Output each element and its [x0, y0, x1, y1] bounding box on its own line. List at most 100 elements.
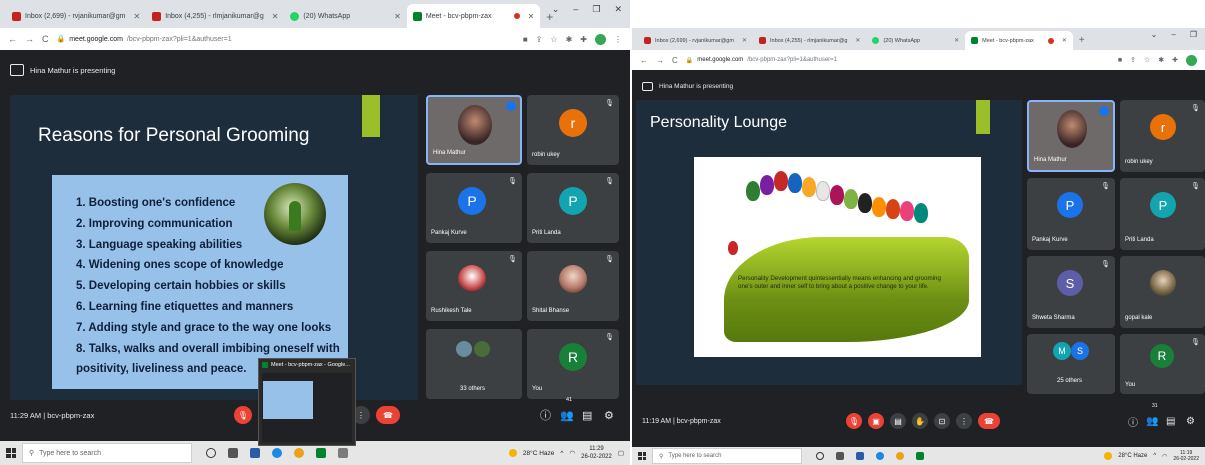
camera-button[interactable]: ▣ — [868, 413, 884, 429]
camera-icon[interactable]: ■ — [1118, 57, 1122, 64]
captions-button[interactable]: ▤ — [890, 413, 906, 429]
activities-icon[interactable]: ⚙ — [1186, 416, 1195, 427]
tab-gmail-2[interactable]: Inbox (4,255) - rlmjanikumar@g ✕ — [146, 4, 284, 28]
taskbar-search[interactable]: ⚲ Type here to search — [652, 448, 802, 464]
forward-icon[interactable]: → — [25, 34, 34, 44]
tile-gopal-kale[interactable]: gopal kale — [1120, 256, 1205, 328]
raise-hand-button[interactable]: ✋ — [912, 413, 928, 429]
meet-taskbar-icon[interactable] — [916, 452, 924, 460]
close-icon[interactable]: ✕ — [272, 12, 279, 21]
tile-robin-ukey[interactable]: 🎙 r robin ukey — [1120, 100, 1205, 172]
cortana-icon[interactable] — [206, 448, 216, 458]
notification-icon[interactable]: ▢ — [618, 449, 624, 457]
tile-shital-bhanse[interactable]: 🎙 Shital Bhanse — [527, 251, 619, 321]
profile-avatar[interactable] — [595, 33, 606, 45]
minimize-icon[interactable]: – — [573, 4, 578, 15]
chrome-icon[interactable] — [896, 452, 904, 460]
puzzle-icon[interactable]: ✚ — [580, 35, 587, 44]
leave-call-button[interactable]: ☎ — [978, 413, 1000, 429]
chevron-up-icon[interactable]: ^ — [1153, 453, 1156, 459]
tile-hina-mathur[interactable]: Hina Mathur — [1027, 100, 1115, 172]
maximize-icon[interactable]: ❐ — [592, 4, 600, 15]
extension-icon[interactable]: ✱ — [1158, 56, 1164, 64]
tab-whatsapp[interactable]: (20) WhatsApp ✕ — [866, 31, 965, 50]
close-icon[interactable]: ✕ — [133, 12, 140, 21]
clock[interactable]: 11:19 26-02-2022 — [1173, 450, 1199, 462]
close-icon[interactable]: ✕ — [742, 37, 747, 44]
close-icon[interactable]: ✕ — [528, 12, 535, 21]
tile-priti-landa[interactable]: 🎙 P Priti Landa — [1120, 178, 1205, 250]
edge-icon[interactable] — [876, 452, 884, 460]
back-icon[interactable]: ← — [640, 56, 648, 65]
tile-others[interactable]: 33 others — [426, 329, 522, 399]
task-view-icon[interactable] — [836, 452, 844, 460]
star-icon[interactable]: ☆ — [1144, 56, 1150, 64]
mic-button[interactable]: 🎙 — [234, 406, 252, 424]
chevron-up-icon[interactable]: ^ — [560, 450, 563, 457]
tile-robin-ukey[interactable]: 🎙 r robin ukey — [527, 95, 619, 165]
close-icon[interactable]: ✕ — [1062, 37, 1067, 44]
tile-others[interactable]: M S 25 others — [1027, 334, 1115, 394]
people-icon[interactable]: 👥 — [560, 409, 574, 422]
info-icon[interactable]: ⓘ — [1128, 414, 1138, 429]
tab-gmail-1[interactable]: Inbox (2,699) - rvjanikumar@gm ✕ — [6, 4, 146, 28]
puzzle-icon[interactable]: ✚ — [1172, 56, 1178, 64]
more-options-button[interactable]: ⋮ — [956, 413, 972, 429]
tile-rushikesh-tale[interactable]: 🎙 Rushikesh Tale — [426, 251, 522, 321]
tab-meet[interactable]: Meet - bcv-pbpm-zax ✕ — [965, 31, 1073, 50]
chevron-down-icon[interactable]: ⌄ — [1151, 30, 1158, 39]
new-tab-button[interactable]: + — [1073, 35, 1091, 50]
task-view-icon[interactable] — [228, 448, 238, 458]
chrome-icon[interactable] — [294, 448, 304, 458]
share-icon[interactable]: ⇪ — [536, 35, 543, 44]
windows-start-icon[interactable] — [638, 452, 646, 460]
info-icon[interactable]: ⓘ — [540, 407, 551, 423]
tab-gmail-2[interactable]: Inbox (4,255) - rlmjanikumar@g ✕ — [753, 31, 866, 50]
camera-icon[interactable]: ■ — [523, 35, 528, 44]
tab-gmail-1[interactable]: Inbox (2,699) - rvjanikumar@gm ✕ — [638, 31, 753, 50]
star-icon[interactable]: ☆ — [550, 35, 557, 44]
tab-meet[interactable]: Meet - bcv-pbpm-zax ✕ — [406, 4, 541, 28]
tile-hina-mathur[interactable]: Hina Mathur — [426, 95, 522, 165]
activities-icon[interactable]: ⚙ — [604, 409, 614, 422]
menu-icon[interactable]: ⋮ — [614, 35, 622, 44]
maximize-icon[interactable]: ❐ — [1190, 30, 1197, 39]
tile-shweta-sharma[interactable]: 🎙 S Shweta Sharma — [1027, 256, 1115, 328]
tile-you[interactable]: 🎙 R You — [1120, 334, 1205, 394]
taskbar-search[interactable]: ⚲ Type here to search — [22, 443, 192, 463]
cortana-icon[interactable] — [816, 452, 824, 460]
store-icon[interactable] — [250, 448, 260, 458]
close-icon[interactable]: ✕ — [954, 37, 959, 44]
address-bar[interactable]: 🔒 meet.google.com/bcv-pbpm-zax?pli=1&aut… — [686, 57, 1110, 64]
meet-taskbar-icon[interactable] — [316, 448, 326, 458]
people-icon[interactable]: 👥 — [1146, 416, 1158, 427]
reload-icon[interactable]: C — [42, 34, 49, 44]
store-icon[interactable] — [856, 452, 864, 460]
present-button[interactable]: ⊡ — [934, 413, 950, 429]
chevron-down-icon[interactable]: ⌄ — [552, 4, 560, 15]
edge-icon[interactable] — [272, 448, 282, 458]
reload-icon[interactable]: C — [672, 56, 678, 65]
wifi-icon[interactable]: ◠ — [569, 449, 575, 457]
close-icon[interactable]: ✕ — [394, 12, 401, 21]
tab-whatsapp[interactable]: (20) WhatsApp ✕ — [284, 4, 406, 28]
share-icon[interactable]: ⇪ — [1130, 56, 1136, 64]
close-icon[interactable]: ✕ — [855, 37, 860, 44]
windows-start-icon[interactable] — [6, 448, 16, 458]
back-icon[interactable]: ← — [8, 34, 17, 44]
leave-call-button[interactable]: ☎ — [376, 406, 400, 424]
tile-you[interactable]: 🎙 R You — [527, 329, 619, 399]
forward-icon[interactable]: → — [656, 56, 664, 65]
chat-icon[interactable]: ▤ — [582, 409, 592, 422]
address-bar[interactable]: 🔒 meet.google.com/bcv-pbpm-zax?pli=1&aut… — [57, 35, 515, 44]
wifi-icon[interactable]: ◠ — [1162, 453, 1167, 460]
tile-pankaj-kurve[interactable]: 🎙 P Pankaj Kurve — [426, 173, 522, 243]
mic-button[interactable]: 🎙 — [846, 413, 862, 429]
extension-icon[interactable]: ✱ — [566, 35, 573, 44]
clock[interactable]: 11:29 26-02-2022 — [581, 445, 612, 461]
taskbar-window-preview[interactable]: Meet - bcv-pbpm-zax - Google... — [258, 358, 356, 446]
minimize-icon[interactable]: – — [1171, 30, 1175, 39]
profile-avatar[interactable] — [1186, 54, 1197, 66]
tile-pankaj-kurve[interactable]: 🎙 P Pankaj Kurve — [1027, 178, 1115, 250]
tile-priti-landa[interactable]: 🎙 P Priti Landa — [527, 173, 619, 243]
